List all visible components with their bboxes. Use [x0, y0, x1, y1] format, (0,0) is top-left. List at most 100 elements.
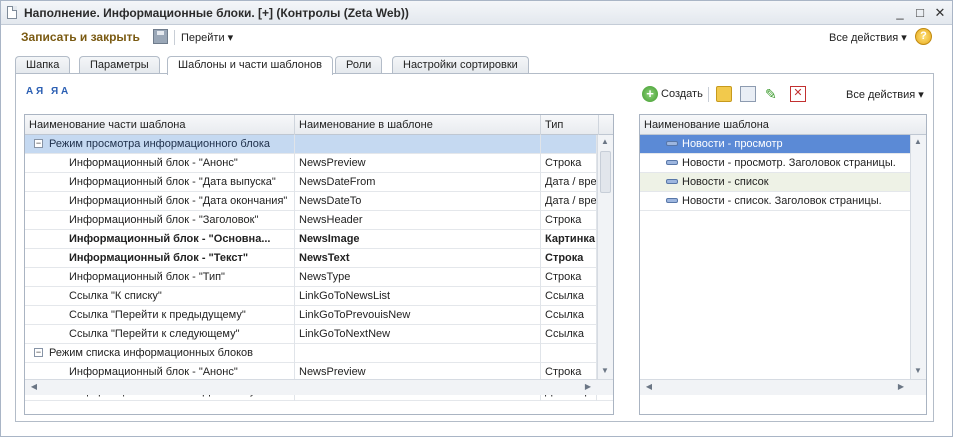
- cell-type: Ссылка: [541, 287, 597, 306]
- cell-type: Строка: [541, 154, 597, 173]
- scroll-thumb[interactable]: [600, 151, 611, 193]
- collapse-toggle-icon[interactable]: −: [34, 139, 43, 148]
- tab-header[interactable]: Шапка: [15, 56, 71, 74]
- cell-type: Строка: [541, 249, 597, 268]
- cell-template-name: NewsPreview: [295, 154, 541, 173]
- template-parts-table: Наименование части шаблона Наименование …: [24, 114, 614, 415]
- cell-part-name: Режим списка информационных блоков: [25, 344, 295, 363]
- cell-part-name: Информационный блок - "Дата окончания": [25, 192, 295, 211]
- cell-type: Дата / время: [541, 173, 597, 192]
- cell-part-name: Информационный блок - "Заголовок": [25, 211, 295, 230]
- cell-template-label: Новости - список: [682, 176, 769, 188]
- scroll-down-icon[interactable]: ▼: [598, 364, 612, 378]
- cell-type: Дата / время: [541, 192, 597, 211]
- scroll-up-icon[interactable]: ▲: [911, 135, 925, 149]
- tab-content-panel: А Я Я А + Создать ✎ ✕ Все действия ▾ Наи…: [15, 73, 934, 422]
- maximize-button[interactable]: □: [912, 5, 928, 21]
- cell-template-label: Новости - список. Заголовок страницы.: [682, 195, 882, 207]
- cell-type: [541, 135, 597, 154]
- cell-template-name: NewsHeader: [295, 211, 541, 230]
- sort-descending-icon[interactable]: Я А: [51, 87, 69, 105]
- template-row[interactable]: Новости - список: [640, 173, 912, 192]
- table-row[interactable]: Ссылка "Перейти к предыдущему" LinkGoToPr…: [25, 306, 613, 325]
- vertical-scrollbar[interactable]: ▲ ▼: [597, 135, 613, 380]
- save-and-close-button[interactable]: Записать и закрыть: [21, 30, 140, 44]
- cell-template-name: NewsDateFrom: [295, 173, 541, 192]
- close-button[interactable]: ✕: [932, 5, 948, 21]
- tab-parameters[interactable]: Параметры: [79, 56, 160, 74]
- tab-roles[interactable]: Роли: [335, 56, 383, 74]
- edit-pencil-icon[interactable]: ✎: [765, 86, 781, 102]
- scroll-down-icon[interactable]: ▼: [911, 364, 925, 378]
- copy-icon[interactable]: [740, 86, 756, 102]
- cell-part-name: Информационный блок - "Тип": [25, 268, 295, 287]
- right-all-actions-menu[interactable]: Все действия ▾: [846, 88, 924, 101]
- template-row[interactable]: Новости - просмотр. Заголовок страницы.: [640, 154, 912, 173]
- scroll-up-icon[interactable]: ▲: [598, 135, 612, 149]
- cell-template-label: Новости - просмотр. Заголовок страницы.: [682, 157, 896, 169]
- horizontal-scrollbar[interactable]: ◀ ▶: [25, 379, 613, 395]
- delete-icon[interactable]: ✕: [790, 86, 806, 102]
- window-title: Наполнение. Информационные блоки. [+] (К…: [24, 6, 409, 20]
- group-row[interactable]: Режим списка информационных блоков −: [25, 344, 613, 363]
- document-icon: [7, 6, 17, 19]
- all-actions-label: Все действия: [829, 32, 899, 44]
- cell-template-name: NewsDateTo: [295, 192, 541, 211]
- template-row[interactable]: Новости - просмотр: [640, 135, 912, 154]
- table-row[interactable]: Информационный блок - "Основна... NewsIma…: [25, 230, 613, 249]
- horizontal-scrollbar[interactable]: ◀ ▶: [640, 379, 926, 395]
- vertical-scrollbar[interactable]: ▲ ▼: [910, 135, 926, 380]
- minimize-button[interactable]: _: [892, 5, 908, 21]
- create-label: Создать: [661, 88, 703, 100]
- cell-type: Ссылка: [541, 306, 597, 325]
- cell-type: Строка: [541, 268, 597, 287]
- tab-templates[interactable]: Шаблоны и части шаблонов: [167, 56, 333, 75]
- cell-template-name: NewsImage: [295, 230, 541, 249]
- tab-sort-settings[interactable]: Настройки сортировки: [392, 56, 529, 74]
- table-row[interactable]: Ссылка "К списку" LinkGoToNewsList Ссылка: [25, 287, 613, 306]
- cell-template-name: LinkGoToPrevouisNew: [295, 306, 541, 325]
- goto-menu[interactable]: Перейти ▾: [181, 31, 233, 44]
- template-row[interactable]: Новости - список. Заголовок страницы.: [640, 192, 912, 211]
- scroll-right-icon[interactable]: ▶: [894, 380, 908, 394]
- right-all-actions-label: Все действия: [846, 89, 916, 101]
- cell-type: Ссылка: [541, 325, 597, 344]
- column-header-part[interactable]: Наименование части шаблона: [25, 115, 295, 135]
- cell-part-name: Ссылка "Перейти к следующему": [25, 325, 295, 344]
- add-folder-icon[interactable]: [716, 86, 732, 102]
- scroll-left-icon[interactable]: ◀: [27, 380, 41, 394]
- table-row[interactable]: Информационный блок - "Заголовок" NewsHea…: [25, 211, 613, 230]
- templates-table: Наименование шаблона Новости - просмотр Н…: [639, 114, 927, 415]
- help-icon[interactable]: ?: [915, 28, 932, 45]
- save-icon[interactable]: [153, 29, 168, 44]
- table-row[interactable]: Информационный блок - "Дата выпуска"News…: [25, 173, 613, 192]
- collapse-toggle-icon[interactable]: −: [34, 348, 43, 357]
- window: Наполнение. Информационные блоки. [+] (К…: [0, 0, 953, 437]
- toolbar-separator: [708, 87, 709, 102]
- table-row[interactable]: Информационный блок - "Дата окончания" Ne…: [25, 192, 613, 211]
- cell-part-name: Ссылка "К списку": [25, 287, 295, 306]
- group-row[interactable]: Режим просмотра информационного блока −: [25, 135, 613, 154]
- scroll-left-icon[interactable]: ◀: [642, 380, 656, 394]
- column-header-name[interactable]: Наименование в шаблоне: [295, 115, 541, 135]
- command-bar: Записать и закрыть Перейти ▾ Все действи…: [1, 25, 952, 51]
- column-header-template-name[interactable]: Наименование шаблона: [640, 115, 912, 135]
- cell-template-name: NewsType: [295, 268, 541, 287]
- cell-template-name: LinkGoToNextNew: [295, 325, 541, 344]
- table-row[interactable]: Информационный блок - "Анонс" NewsPreview…: [25, 154, 613, 173]
- table-header: Наименование шаблона: [640, 115, 926, 135]
- cell-part-name: Информационный блок - "Анонс": [25, 154, 295, 173]
- cell-part-name: Информационный блок - "Основна...: [25, 230, 295, 249]
- cell-part-name: Режим просмотра информационного блока: [25, 135, 295, 154]
- table-row[interactable]: Ссылка "Перейти к следующему" LinkGoToNex…: [25, 325, 613, 344]
- toolbar-separator: [174, 30, 175, 45]
- table-row[interactable]: Информационный блок - "Тип" NewsType Строк…: [25, 268, 613, 287]
- sort-asc-label: А Я: [26, 86, 44, 97]
- table-row[interactable]: Информационный блок - "Текст" NewsText Стр…: [25, 249, 613, 268]
- sort-ascending-icon[interactable]: А Я: [26, 87, 44, 105]
- cell-type: [541, 344, 597, 363]
- title-bar: Наполнение. Информационные блоки. [+] (К…: [1, 1, 952, 25]
- scroll-right-icon[interactable]: ▶: [581, 380, 595, 394]
- all-actions-menu[interactable]: Все действия ▾: [829, 31, 907, 44]
- column-header-type[interactable]: Тип: [541, 115, 599, 135]
